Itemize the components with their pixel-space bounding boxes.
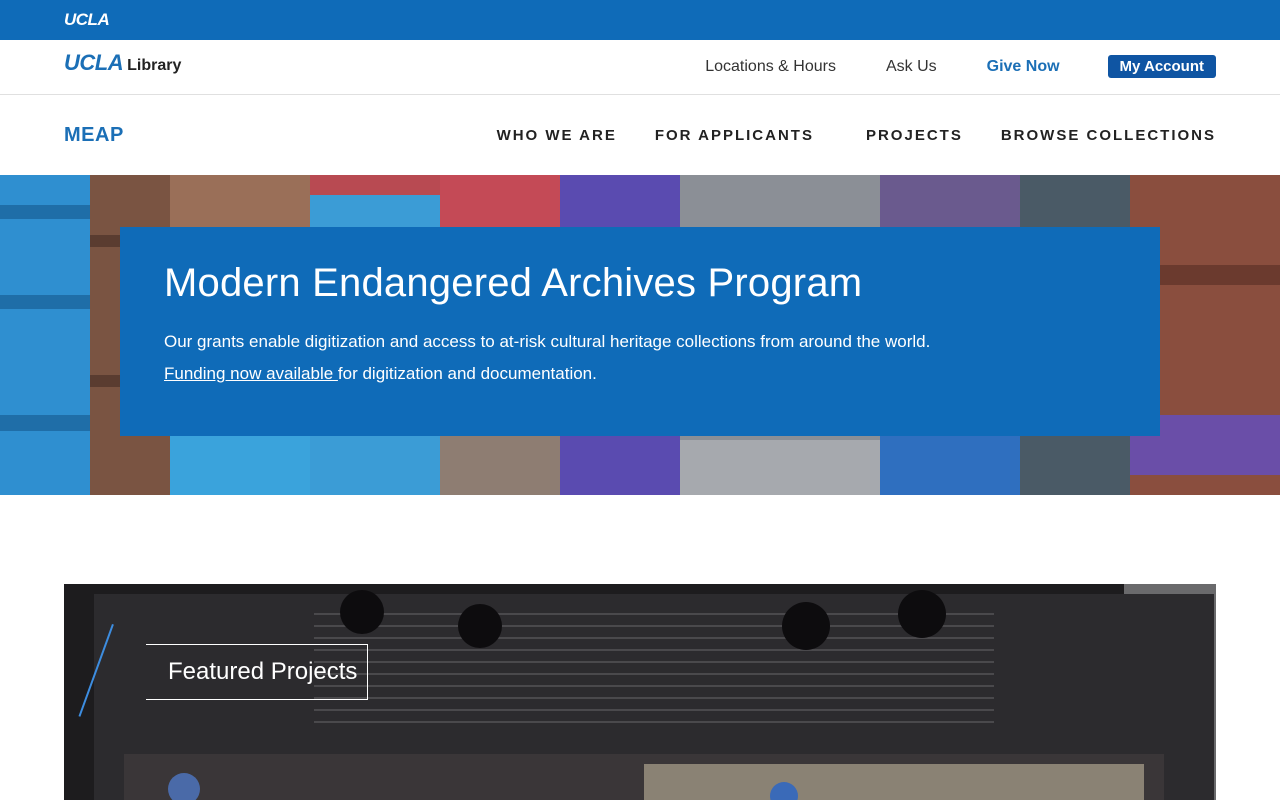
hero-heading: Modern Endangered Archives Program <box>164 261 863 305</box>
hero-funding-line: Funding now available for digitization a… <box>164 358 1116 390</box>
locations-hours-link[interactable]: Locations & Hours <box>705 58 836 76</box>
library-logo-text: Library <box>127 57 182 74</box>
ucla-top-bar: UCLA <box>0 0 1280 40</box>
nav-browse-collections[interactable]: BROWSE COLLECTIONS <box>1001 127 1216 144</box>
hero-banner: Modern Endangered Archives Program Our g… <box>0 175 1280 495</box>
site-header: MEAP WHO WE ARE FOR APPLICANTS PROJECTS … <box>0 95 1280 175</box>
ask-us-link[interactable]: Ask Us <box>886 58 937 76</box>
main-nav: WHO WE ARE FOR APPLICANTS PROJECTS BROWS… <box>459 127 1216 144</box>
funding-suffix: for digitization and documentation. <box>337 364 597 383</box>
nav-who-we-are[interactable]: WHO WE ARE <box>497 127 617 144</box>
library-logo[interactable]: UCLA Library <box>64 50 181 76</box>
hero-card: Modern Endangered Archives Program Our g… <box>120 227 1160 436</box>
my-account-button[interactable]: My Account <box>1107 55 1216 78</box>
give-now-link[interactable]: Give Now <box>987 58 1060 76</box>
site-title[interactable]: MEAP <box>64 124 124 147</box>
utility-nav: Locations & Hours Ask Us Give Now My Acc… <box>655 55 1216 78</box>
library-header: UCLA Library Locations & Hours Ask Us Gi… <box>0 40 1280 95</box>
featured-projects-section: Featured Projects <box>64 584 1216 800</box>
funding-now-available-link[interactable]: Funding now available <box>164 364 338 383</box>
library-logo-ucla: UCLA <box>64 50 124 75</box>
nav-for-applicants[interactable]: FOR APPLICANTS <box>655 127 814 144</box>
nav-projects[interactable]: PROJECTS <box>866 127 963 144</box>
featured-projects-label[interactable]: Featured Projects <box>146 644 368 700</box>
ucla-logo[interactable]: UCLA <box>64 10 110 30</box>
hero-description: Our grants enable digitization and acces… <box>164 332 931 351</box>
